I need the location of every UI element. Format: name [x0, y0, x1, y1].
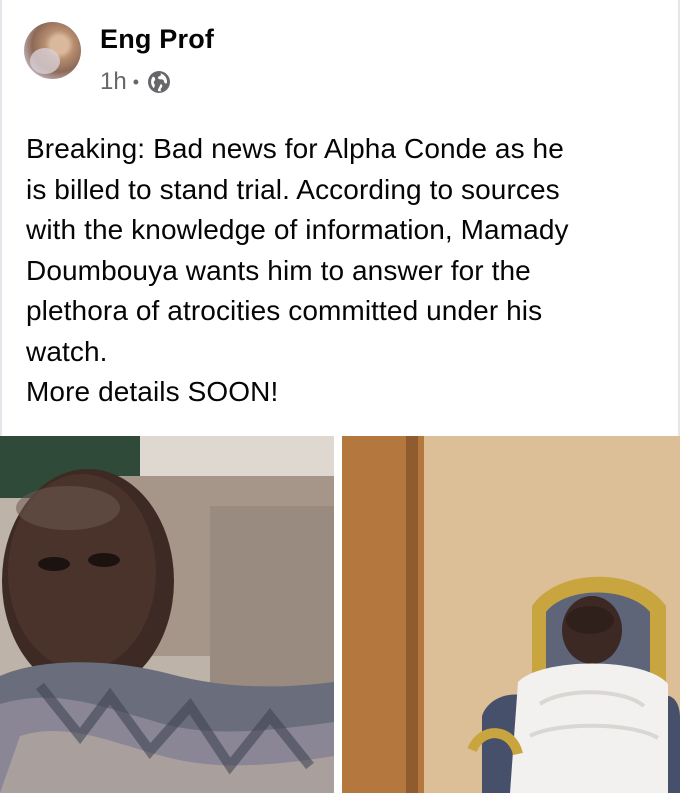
post-body-text: Breaking: Bad news for Alpha Conde as he…: [26, 129, 656, 413]
post-text-line: More details SOON!: [26, 376, 279, 407]
meta-separator: •: [132, 71, 140, 92]
globe-icon[interactable]: [147, 70, 171, 94]
post-text-line: watch.: [26, 335, 108, 367]
post-text-line: with the knowledge of information, Mamad…: [26, 214, 569, 245]
facebook-post: Eng Prof 1h • Breaking: Bad news for Alp…: [0, 0, 680, 793]
man-on-sofa-photo: [0, 436, 334, 793]
photo-gap: [334, 436, 342, 793]
post-text-line: is billed to stand trial. According to s…: [26, 173, 560, 205]
post-timestamp[interactable]: 1h: [100, 68, 127, 96]
post-photo-left[interactable]: [0, 436, 334, 793]
author-name[interactable]: Eng Prof: [100, 24, 214, 55]
post-photo-right[interactable]: [342, 436, 680, 793]
author-avatar[interactable]: [24, 22, 81, 79]
post-text-line: plethora of atrocities committed under h…: [26, 295, 543, 326]
post-meta: 1h •: [100, 68, 171, 96]
man-in-chair-photo: [342, 436, 680, 793]
post-text-line: Doumbouya wants him to answer for the: [26, 254, 531, 286]
post-text-line: Breaking: Bad news for Alpha Conde as he: [26, 133, 564, 164]
